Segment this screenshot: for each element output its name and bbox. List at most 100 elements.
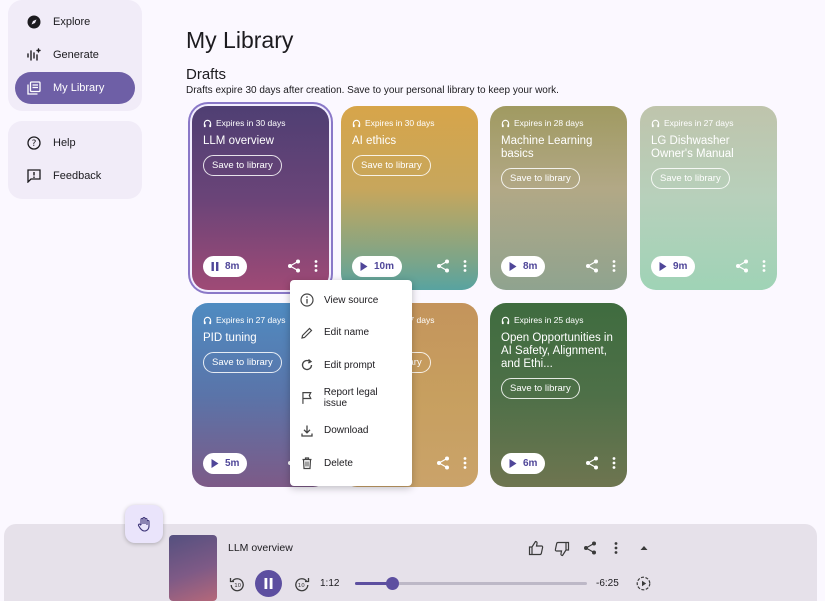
refresh-icon (301, 359, 313, 371)
expiry-row: Expires in 30 days (352, 118, 467, 128)
more-options-button[interactable] (611, 540, 621, 556)
more-vert-icon[interactable] (463, 456, 467, 470)
save-to-library-button[interactable]: Save to library (501, 378, 580, 399)
draft-card[interactable]: Expires in 30 days LLM overview Save to … (192, 106, 329, 290)
more-vert-icon[interactable] (612, 259, 616, 273)
menu-label: Delete (324, 457, 353, 469)
progress-track[interactable] (355, 577, 587, 590)
svg-text:?: ? (32, 139, 37, 149)
menu-label: Download (324, 425, 369, 437)
card-title: LLM overview (203, 135, 274, 147)
draft-card[interactable]: Expires in 27 days LG Dishwasher Owner's… (640, 106, 777, 290)
play-button[interactable]: 9m (651, 255, 696, 277)
nav-item-my-library[interactable]: My Library (15, 72, 135, 104)
help-icon: ? (27, 136, 41, 150)
duration: 9m (673, 260, 688, 272)
more-vert-icon[interactable] (612, 456, 616, 470)
save-to-library-button[interactable]: Save to library (501, 168, 580, 189)
progress-handle[interactable] (386, 577, 400, 590)
duration: 8m (523, 260, 538, 272)
headphones-icon (501, 316, 510, 324)
card-title: LG Dishwasher Owner's Manual (651, 135, 734, 160)
library-icon (27, 81, 41, 95)
nav-label: Generate (53, 49, 99, 61)
menu-label: Edit prompt (324, 359, 376, 371)
pause-icon (264, 578, 273, 589)
pause-icon (211, 261, 219, 271)
expiry-text: Expires in 25 days (514, 315, 584, 325)
expiry-row: Expires in 30 days (203, 118, 318, 128)
forward-10-icon: 10 (294, 577, 309, 591)
sparkle-waveform-icon (27, 48, 41, 62)
play-icon (509, 458, 517, 468)
nav-item-generate[interactable]: Generate (15, 39, 135, 71)
trash-icon (302, 457, 312, 470)
player-title: LLM overview (228, 542, 293, 554)
expiry-row: Expires in 28 days (501, 118, 616, 128)
thumbs-down-icon (554, 541, 570, 557)
expiry-text: Expires in 28 days (514, 118, 584, 128)
play-button[interactable]: 8m (501, 255, 546, 277)
draft-card[interactable]: Expires in 25 days Open Opportunities in… (490, 303, 627, 487)
duration: 6m (523, 457, 538, 469)
rewind-button[interactable]: 10 (228, 575, 245, 592)
play-icon (509, 261, 517, 271)
more-vert-icon[interactable] (762, 259, 766, 273)
share-icon[interactable] (585, 456, 599, 470)
nav-secondary: ? Help Feedback (8, 121, 142, 199)
expand-player-button[interactable] (638, 541, 650, 555)
play-icon (659, 261, 667, 271)
duration: 5m (225, 457, 240, 469)
save-to-library-button[interactable]: Save to library (203, 352, 282, 373)
menu-label: View source (324, 294, 379, 306)
share-button[interactable] (582, 540, 598, 556)
more-vert-icon[interactable] (463, 259, 467, 273)
nav-item-feedback[interactable]: Feedback (15, 160, 135, 192)
menu-label: Edit name (324, 327, 370, 339)
share-icon[interactable] (735, 259, 749, 273)
share-icon[interactable] (436, 259, 450, 273)
share-icon[interactable] (585, 259, 599, 273)
menu-item-download[interactable]: Download (290, 414, 412, 447)
more-vert-icon (614, 542, 618, 554)
expiry-text: Expires in 27 days (664, 118, 734, 128)
menu-item-delete[interactable]: Delete (290, 447, 412, 480)
share-icon (584, 541, 596, 555)
headphones-icon (651, 119, 660, 127)
play-button[interactable]: 10m (352, 255, 403, 277)
menu-item-view-source[interactable]: View source (290, 284, 412, 317)
nav-item-help[interactable]: ? Help (15, 127, 135, 159)
nav-item-explore[interactable]: Explore (15, 6, 135, 38)
play-icon (211, 458, 219, 468)
thumbs-up-button[interactable] (528, 540, 544, 556)
forward-button[interactable]: 10 (293, 575, 310, 592)
interact-fab[interactable] (125, 505, 163, 543)
playback-speed-button[interactable] (635, 575, 652, 592)
draft-card[interactable]: Expires in 28 days Machine Learning basi… (490, 106, 627, 290)
headphones-icon (203, 316, 212, 324)
pause-button[interactable]: 8m (203, 255, 248, 277)
duration: 8m (225, 260, 240, 272)
more-vert-icon[interactable] (314, 259, 318, 273)
play-button[interactable]: 5m (203, 452, 248, 474)
rewind-10-icon: 10 (229, 577, 244, 591)
save-to-library-button[interactable]: Save to library (651, 168, 730, 189)
play-button[interactable]: 6m (501, 452, 546, 474)
save-to-library-button[interactable]: Save to library (203, 155, 282, 176)
share-icon[interactable] (436, 456, 450, 470)
thumbs-down-button[interactable] (554, 541, 570, 557)
menu-item-edit-name[interactable]: Edit name (290, 317, 412, 350)
share-icon[interactable] (287, 259, 301, 273)
card-title: AI ethics (352, 135, 397, 147)
player-pause-button[interactable] (255, 570, 282, 597)
save-to-library-button[interactable]: Save to library (352, 155, 431, 176)
thumbs-up-icon (528, 540, 544, 556)
draft-card[interactable]: Expires in 30 days AI ethics Save to lib… (341, 106, 478, 290)
section-title: Drafts (186, 66, 227, 83)
expiry-text: Expires in 30 days (365, 118, 435, 128)
play-icon (360, 261, 368, 271)
svg-text:10: 10 (297, 583, 304, 589)
menu-item-report-legal-issue[interactable]: Report legal issue (290, 382, 412, 415)
nav-label: Help (53, 137, 76, 149)
menu-item-edit-prompt[interactable]: Edit prompt (290, 349, 412, 382)
